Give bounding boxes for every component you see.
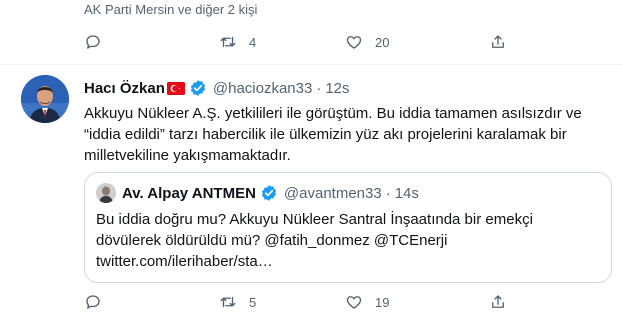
quoted-text-line: Bu iddia doğru mu? Akkuyu Nükleer Santra… [96,211,533,228]
share-button[interactable] [489,30,507,54]
retweet-icon [220,36,236,48]
separator-dot: · [385,184,391,202]
retweet-count: 4 [249,34,257,50]
verified-badge-icon [261,185,276,201]
quoted-tweet-card[interactable]: Av. Alpay ANTMEN @avantmen33 · 14s Bu id… [84,172,612,283]
quoted-avatar [96,183,116,203]
reply-button[interactable] [84,30,102,54]
verified-badge-icon [190,80,205,96]
quoted-text-line: dövülerek öldürüldü mü? @fatih_donmez @T… [96,232,448,249]
reply-button[interactable] [84,290,102,314]
author-name[interactable]: Hacı Özkan [84,80,165,97]
tweet-timestamp[interactable]: 12s [325,80,349,97]
share-button[interactable] [489,290,507,314]
tweet-text-line: “iddia edildi” tarzı habercilik ile ülke… [84,126,567,143]
quoted-tweet-text: Bu iddia doğru mu? Akkuyu Nükleer Santra… [96,209,533,272]
author-handle[interactable]: @haciozkan33 [213,80,312,97]
retweet-icon [220,296,236,308]
quoted-timestamp[interactable]: 14s [395,185,419,202]
like-count: 19 [375,294,390,310]
retweet-button[interactable]: 4 [219,30,256,54]
avatar[interactable] [21,75,69,123]
turkey-flag-icon [166,81,185,95]
separator-dot: · [316,79,322,97]
reply-icon [86,295,100,309]
quoted-tweet-header: Av. Alpay ANTMEN @avantmen33 · 14s [96,183,419,203]
tweet-text-line: milletvekiline yakışmamaktadır. [84,147,291,164]
retweet-button[interactable]: 5 [219,290,256,314]
heart-icon [346,36,362,49]
share-icon [492,295,504,308]
tweet-text-line: Akkuyu Nükleer A.Ş. yetkilileri ile görü… [84,105,582,122]
divider [0,64,623,65]
liked-by-text[interactable]: AK Parti Mersin ve diğer 2 kişi [84,2,257,17]
heart-icon [346,296,362,309]
reply-icon [86,35,100,49]
like-count: 20 [375,34,390,50]
like-button[interactable]: 19 [345,290,389,314]
quoted-author-name[interactable]: Av. Alpay ANTMEN [122,185,256,202]
tweet-text: Akkuyu Nükleer A.Ş. yetkilileri ile görü… [84,103,604,166]
retweet-count: 5 [249,294,257,310]
share-icon [492,35,504,48]
like-button[interactable]: 20 [345,30,389,54]
quoted-author-handle[interactable]: @avantmen33 [284,185,382,202]
tweet-header: Hacı Özkan @haciozkan33 · 12s [84,78,350,98]
quoted-link[interactable]: twitter.com/ilerihaber/sta… [96,251,533,272]
